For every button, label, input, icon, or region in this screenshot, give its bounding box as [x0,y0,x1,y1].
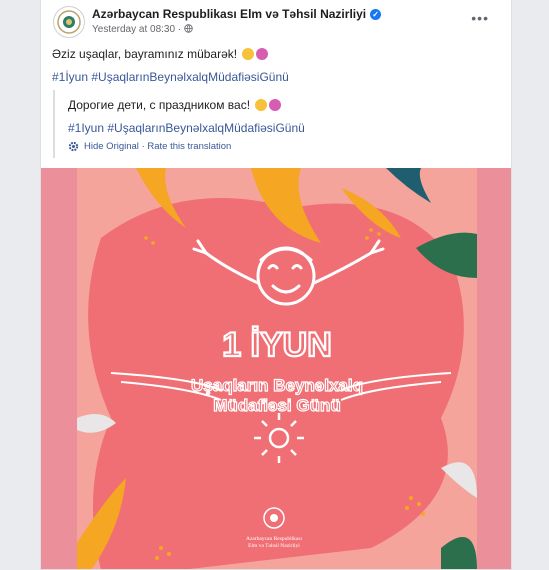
post-hashtags[interactable]: #1İyun #UşaqlarınBeynəlxalqMüdafiəsiGünü [52,70,289,84]
separator: · [141,141,145,152]
logo-line-2: Elm və Təhsil Nazirliyi [248,543,300,549]
verified-icon: ✓ [370,9,382,20]
translation-settings-icon[interactable] [68,141,79,152]
logo-line-1: Azərbaycan Respublikası [246,536,303,542]
page-avatar[interactable] [53,6,85,38]
post-timestamp[interactable]: Yesterday at 08:30 · [92,24,193,35]
translation-quote-bar [53,90,55,158]
star-struck-emoji-icon [256,48,269,60]
more-options-icon[interactable]: ••• [471,10,489,26]
star-struck-emoji-icon [269,99,282,111]
page-name[interactable]: Azərbaycan Respublikası Elm və Təhsil Na… [92,7,382,21]
hide-original-link[interactable]: Hide Original [84,141,139,152]
post-image[interactable]: 1 İYUN Uşaqların Beynəlxalq Müdafiəsi Gü… [41,168,511,569]
poster-subline-1: Uşaqların Beynəlxalq [191,376,363,395]
post-text: Əziz uşaqlar, bayramınız mübarək! [52,47,269,61]
globe-icon [184,24,193,33]
post-card: Azərbaycan Respublikası Elm və Təhsil Na… [40,0,512,570]
rate-translation-link[interactable]: Rate this translation [147,141,231,152]
translated-hashtags[interactable]: #1Іyun #UşaqlarınBeynəlxalqMüdafiəsiGünü [68,121,305,135]
translated-text: Дорогие дети, с праздником вас! [68,98,282,112]
party-face-emoji-icon [255,99,268,111]
translation-actions: Hide Original · Rate this translation [84,141,231,152]
children-day-poster: 1 İYUN Uşaqların Beynəlxalq Müdafiəsi Gü… [41,168,511,569]
post-header: Azərbaycan Respublikası Elm və Təhsil Na… [41,0,511,42]
poster-headline: 1 İYUN [222,326,332,364]
emblem-icon [57,10,81,34]
party-face-emoji-icon [242,48,255,60]
poster-subline-2: Müdafiəsi Günü [213,396,341,415]
